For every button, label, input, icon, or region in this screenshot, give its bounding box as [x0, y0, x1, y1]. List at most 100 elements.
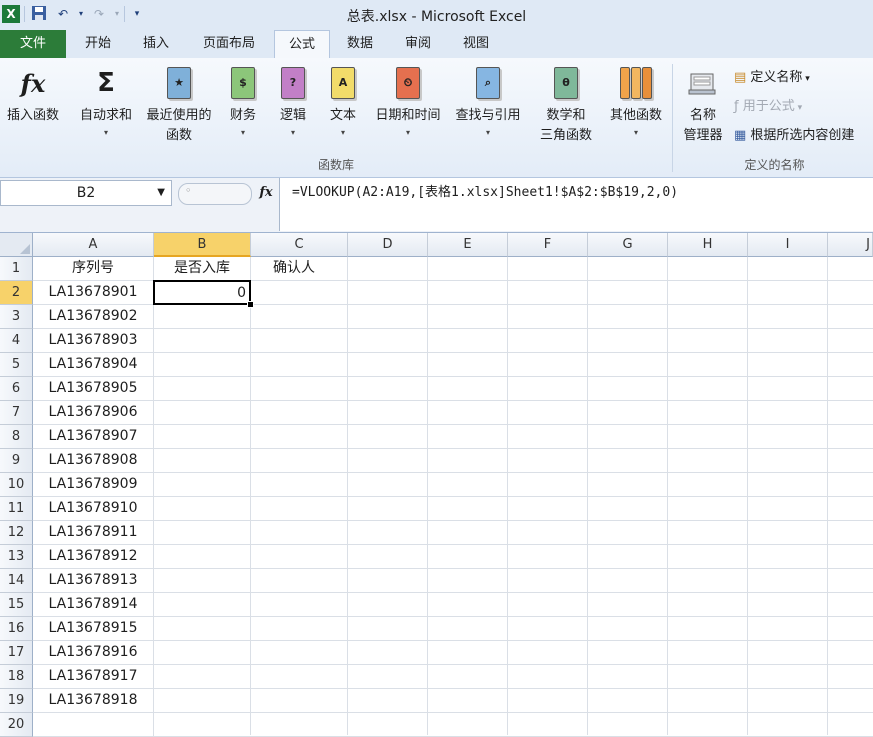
tab-data[interactable]: 数据: [332, 30, 388, 58]
serial-cell[interactable]: LA13678905: [33, 377, 154, 401]
name-manager-button[interactable]: 名称 管理器: [676, 58, 730, 146]
recent-book-icon: ★: [163, 66, 195, 100]
serial-cell[interactable]: LA13678916: [33, 641, 154, 665]
create-from-selection-icon: ▦: [734, 128, 751, 143]
column-header-c[interactable]: C: [251, 233, 348, 257]
insert-function-button[interactable]: fx 插入函数: [0, 58, 66, 126]
serial-cell[interactable]: LA13678915: [33, 617, 154, 641]
row-header[interactable]: 8: [0, 425, 33, 449]
serial-cell[interactable]: LA13678911: [33, 521, 154, 545]
row-header[interactable]: 20: [0, 713, 33, 737]
tab-insert[interactable]: 插入: [128, 30, 184, 58]
row-header[interactable]: 13: [0, 545, 33, 569]
date-time-button[interactable]: ⏲ 日期和时间 ▾: [368, 58, 448, 140]
fill-handle[interactable]: [247, 301, 254, 308]
autosum-label: 自动求和: [79, 108, 132, 123]
gridline: [33, 400, 873, 401]
chevron-down-icon: ▾: [340, 128, 345, 137]
formula-input[interactable]: =VLOOKUP(A2:A19,[表格1.xlsx]Sheet1!$A$2:$B…: [279, 178, 873, 231]
gridline: [33, 688, 873, 689]
logical-button[interactable]: ? 逻辑 ▾: [272, 58, 314, 140]
column-header-b[interactable]: B: [154, 233, 251, 257]
row-header[interactable]: 14: [0, 569, 33, 593]
row-header[interactable]: 15: [0, 593, 33, 617]
create-from-selection-button[interactable]: ▦ 根据所选内容创建: [734, 126, 854, 146]
column-header-j[interactable]: J: [828, 233, 873, 257]
column-header-i[interactable]: I: [748, 233, 828, 257]
gridline: [33, 448, 873, 449]
serial-cell[interactable]: LA13678910: [33, 497, 154, 521]
empty-cell[interactable]: [33, 713, 154, 737]
column-header-g[interactable]: G: [588, 233, 668, 257]
serial-cell[interactable]: LA13678913: [33, 569, 154, 593]
name-box[interactable]: B2 ▼: [0, 180, 172, 206]
tab-formulas[interactable]: 公式: [274, 30, 330, 59]
row-header[interactable]: 2: [0, 281, 33, 305]
column-header-d[interactable]: D: [348, 233, 428, 257]
header-cell-a1[interactable]: 序列号: [33, 257, 154, 281]
use-in-formula-icon: ƒ: [734, 99, 743, 114]
column-header-e[interactable]: E: [428, 233, 508, 257]
gridline: [33, 544, 873, 545]
serial-cell[interactable]: LA13678907: [33, 425, 154, 449]
serial-cell[interactable]: LA13678917: [33, 665, 154, 689]
row-header[interactable]: 5: [0, 353, 33, 377]
chevron-down-icon: ▾: [485, 128, 490, 137]
header-cell-c1[interactable]: 确认人: [251, 257, 348, 281]
column-header-a[interactable]: A: [33, 233, 154, 257]
row-header[interactable]: 18: [0, 665, 33, 689]
group-separator: [672, 64, 673, 172]
lookup-reference-button[interactable]: ⌕ 查找与引用 ▾: [448, 58, 528, 140]
gridline: [33, 664, 873, 665]
serial-cell[interactable]: LA13678908: [33, 449, 154, 473]
row-header[interactable]: 17: [0, 641, 33, 665]
row-header[interactable]: 6: [0, 377, 33, 401]
serial-cell[interactable]: LA13678912: [33, 545, 154, 569]
define-name-label: 定义名称: [750, 70, 803, 85]
define-name-button[interactable]: ▤ 定义名称 ▾: [734, 68, 810, 89]
tab-home[interactable]: 开始: [70, 30, 126, 58]
tab-view[interactable]: 视图: [448, 30, 504, 58]
text-button[interactable]: A 文本 ▾: [322, 58, 364, 140]
row-header[interactable]: 3: [0, 305, 33, 329]
active-cell-b2[interactable]: 0: [153, 280, 251, 305]
row-header[interactable]: 12: [0, 521, 33, 545]
row-header[interactable]: 16: [0, 617, 33, 641]
recently-used-button[interactable]: ★ 最近使用的 函数: [140, 58, 218, 146]
row-header[interactable]: 7: [0, 401, 33, 425]
formula-bar-splitter[interactable]: ◦: [178, 183, 252, 205]
gridline: [33, 424, 873, 425]
use-in-formula-button[interactable]: ƒ 用于公式 ▾: [734, 97, 802, 118]
column-header-h[interactable]: H: [668, 233, 748, 257]
serial-cell[interactable]: LA13678904: [33, 353, 154, 377]
insert-function-icon[interactable]: fx: [256, 182, 276, 204]
select-all-button[interactable]: [0, 233, 33, 257]
column-header-f[interactable]: F: [508, 233, 588, 257]
serial-cell[interactable]: LA13678902: [33, 305, 154, 329]
row-header[interactable]: 9: [0, 449, 33, 473]
row-header[interactable]: 4: [0, 329, 33, 353]
row-header[interactable]: 11: [0, 497, 33, 521]
tab-review[interactable]: 审阅: [390, 30, 446, 58]
autosum-button[interactable]: Σ 自动求和 ▾: [72, 58, 140, 140]
math-trig-button[interactable]: θ 数学和 三角函数: [530, 58, 602, 146]
serial-cell[interactable]: LA13678901: [33, 281, 154, 305]
header-cell-b1[interactable]: 是否入库: [154, 257, 251, 281]
serial-cell[interactable]: LA13678903: [33, 329, 154, 353]
chevron-down-icon[interactable]: ▼: [157, 181, 165, 205]
gridline: [33, 520, 873, 521]
row-header[interactable]: 10: [0, 473, 33, 497]
row-header[interactable]: 19: [0, 689, 33, 713]
gridline: [33, 568, 873, 569]
tab-file[interactable]: 文件: [0, 30, 66, 58]
serial-cell[interactable]: LA13678914: [33, 593, 154, 617]
financial-button[interactable]: $ 财务 ▾: [222, 58, 264, 140]
serial-cell[interactable]: LA13678906: [33, 401, 154, 425]
row-header[interactable]: 1: [0, 257, 33, 281]
more-functions-button[interactable]: 其他函数 ▾: [604, 58, 668, 140]
serial-cell[interactable]: LA13678918: [33, 689, 154, 713]
serial-cell[interactable]: LA13678909: [33, 473, 154, 497]
defined-names-group-label: 定义的名称: [744, 158, 805, 172]
gridline: [33, 496, 873, 497]
tab-page-layout[interactable]: 页面布局: [188, 30, 270, 58]
